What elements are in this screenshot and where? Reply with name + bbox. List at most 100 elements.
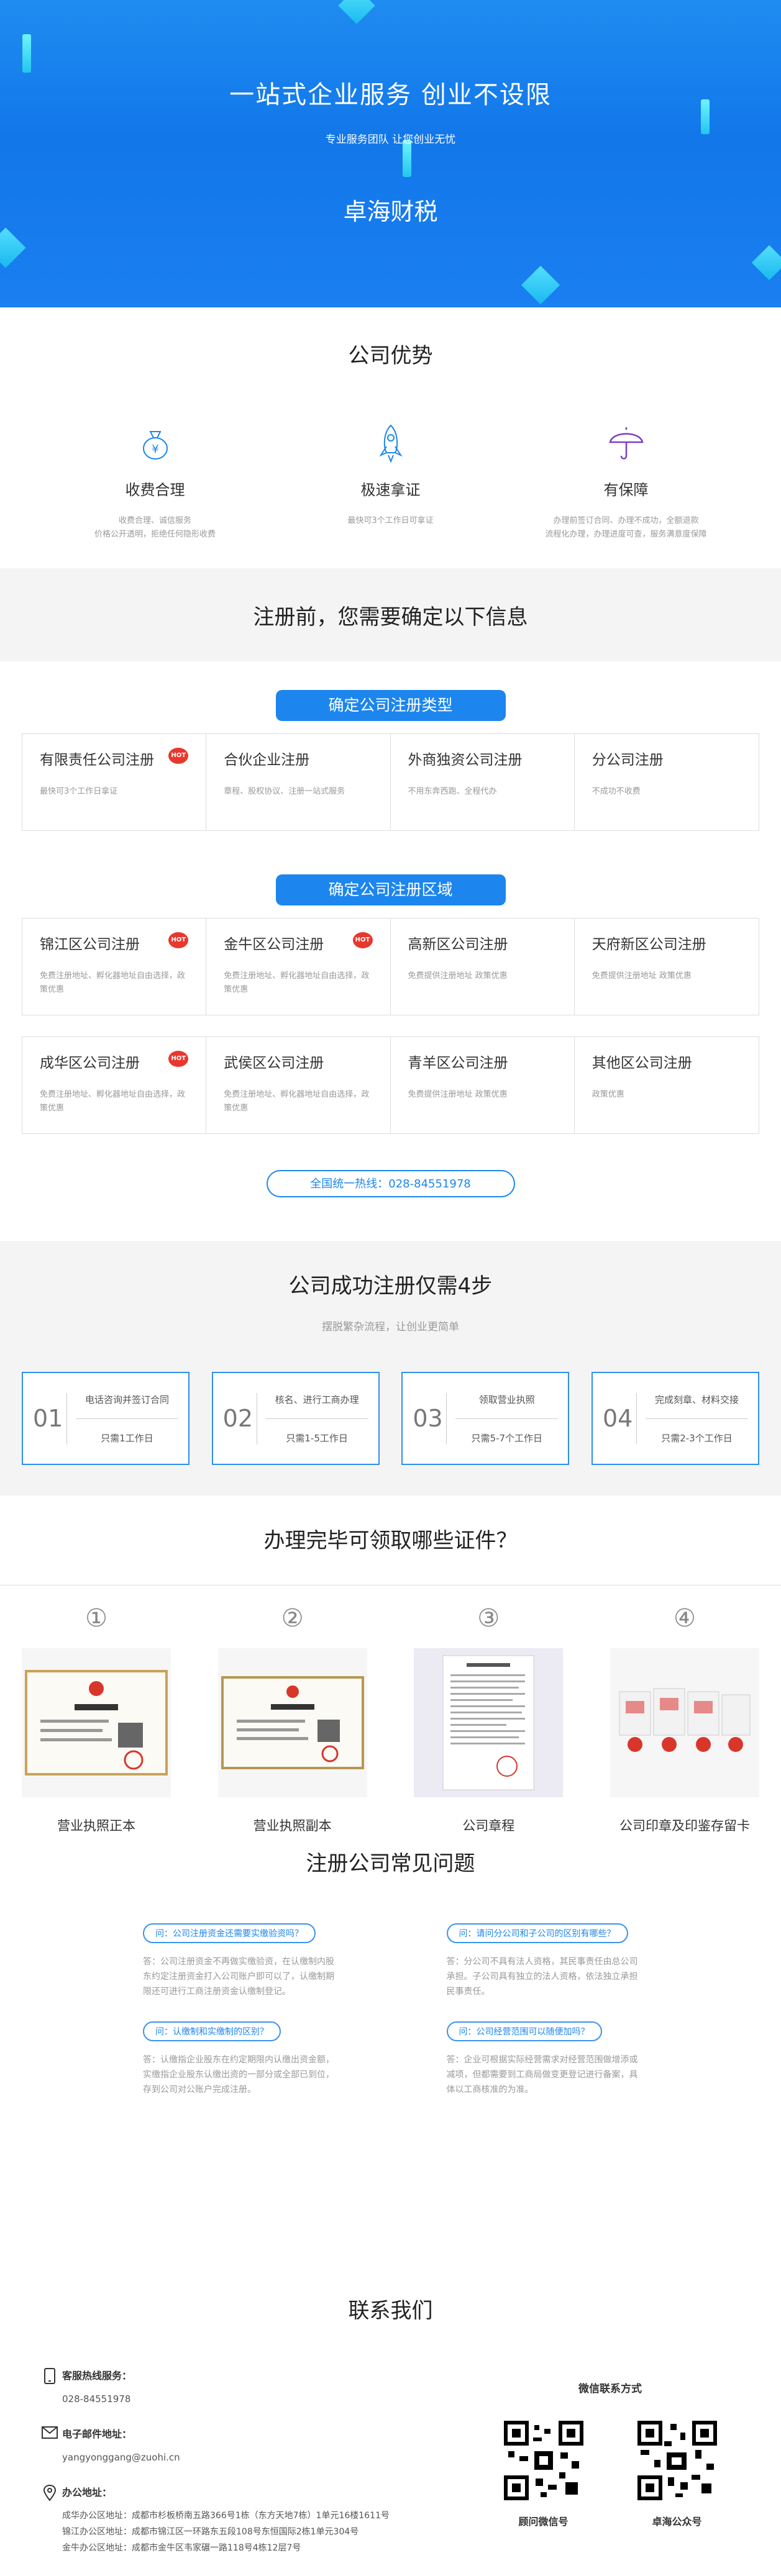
area-card[interactable]: 其他区公司注册 政策优惠 [575, 1037, 759, 1133]
contact-address: 办公地址： 成华办公区地址：成都市杉板桥南五路366号1栋（东方天地7栋）1单元… [37, 2484, 477, 2556]
doc-caption: 公司章程 [462, 1818, 515, 1833]
faq-item: 问：请问分公司和子公司的区别有哪些？ 答：分公司不具有法人资格，其民事责任由总公… [446, 1923, 639, 1999]
rocket-icon [288, 422, 493, 465]
umbrella-icon [524, 422, 729, 465]
steps-subtitle: 摆脱繁杂流程，让创业更简单 [322, 1321, 459, 1333]
contact-email: 电子邮件地址： yangyonggang@zuohi.cn [37, 2426, 477, 2465]
faq-answer: 答：分公司不具有法人资格，其民事责任由总公司承担。子公司具有独立的法人资格，依法… [446, 1957, 638, 1997]
doc-item: ② 营业执照副本 [217, 1604, 367, 1834]
decor-cube [338, 0, 375, 24]
contact-phone: 客服热线服务： 028-84551978 [37, 2367, 477, 2407]
step-card: 04 完成刻章、材料交接只需2-3个工作日 [591, 1372, 759, 1465]
doc-number: ② [281, 1604, 304, 1633]
office-address: 成华办公区地址：成都市杉板桥南五路366号1栋（东方天地7栋）1单元16楼161… [62, 2511, 390, 2521]
step-action: 核名、进行工商办理 [275, 1394, 359, 1405]
hotline-button[interactable]: 全国统一热线：028-84551978 [266, 1170, 515, 1197]
qr-code-advisor: 顾问微信号 [503, 2420, 584, 2528]
steps-title: 公司成功注册仅需4步 [288, 1274, 493, 1299]
contact-section: 联系我们 客服热线服务： 028-84551978 电子邮件地址： yangyong… [0, 2250, 781, 2576]
card-desc: 政策优惠 [591, 1090, 624, 1099]
doc-item: ③ 公司章程 [414, 1604, 564, 1834]
card-desc: 免费注册地址、孵化器地址自由选择，政策优惠 [224, 971, 370, 994]
card-desc: 章程、股权协议、注册一站式服务 [224, 787, 345, 796]
card-desc: 免费提供注册地址 政策优惠 [408, 1090, 508, 1099]
hero-subtitle: 专业服务团队 让您创业无忧 [325, 134, 456, 146]
card-title: 高新区公司注册 [408, 937, 508, 953]
svg-text:¥: ¥ [152, 443, 158, 456]
contact-title: 联系我们 [348, 2298, 433, 2323]
card-title: 锦江区公司注册 [40, 937, 140, 953]
card-title: 天府新区公司注册 [591, 937, 706, 953]
card-desc: 最快可3个工作日拿证 [40, 787, 118, 796]
card-title: 外商独资公司注册 [408, 752, 523, 768]
company-type-card[interactable]: 外商独资公司注册 不用东奔西跑、全程代办 [391, 734, 575, 830]
step-duration: 只需2-3个工作日 [645, 1418, 748, 1444]
qr-caption: 卓海公众号 [652, 2516, 702, 2528]
office-label: 办公地址： [62, 2487, 112, 2498]
company-area-pill: 确定公司注册区域 [275, 874, 506, 905]
confirm-title: 注册前，您需要确定以下信息 [253, 604, 528, 630]
faq-question[interactable]: 问：认缴制和实缴制的区别？ [143, 2021, 281, 2041]
step-number: 02 [222, 1405, 253, 1432]
docs-title: 办理完毕可领取哪些证件？ [263, 1528, 518, 1553]
doc-item: ④ 公司印章及印鉴存留卡 [610, 1604, 759, 1834]
office-address: 金牛办公区地址：成都市金牛区韦家碾一路118号4栋12层7号 [62, 2543, 301, 2553]
step-action: 完成刻章、材料交接 [654, 1394, 739, 1405]
step-card: 02 核名、进行工商办理只需1-5工作日 [211, 1372, 380, 1465]
company-type-card[interactable]: 分公司注册 不成功不收费 [575, 734, 759, 830]
faq-question[interactable]: 问：公司经营范围可以随便加吗？ [446, 2021, 602, 2041]
area-card[interactable]: 青羊区公司注册 免费提供注册地址 政策优惠 [391, 1037, 575, 1133]
faq-item: 问：公司注册资金还需要实缴验资吗？ 答：公司注册资金不再做实缴验资，在认缴制内股… [143, 1923, 335, 1999]
step-duration: 只需1-5工作日 [265, 1418, 368, 1444]
faq-section: 注册公司常见问题 问：公司注册资金还需要实缴验资吗？ 答：公司注册资金不再做实缴… [0, 1803, 781, 2250]
area-card[interactable]: 锦江区公司注册 HOT 免费注册地址、孵化器地址自由选择，政策优惠 [22, 918, 207, 1015]
phone-label: 客服热线服务： [62, 2370, 132, 2382]
money-bag-icon: ¥ [53, 422, 258, 465]
doc-number: ① [85, 1604, 107, 1633]
card-desc: 免费注册地址、孵化器地址自由选择，政策优惠 [224, 1090, 370, 1113]
doc-number: ④ [674, 1604, 696, 1633]
card-desc: 免费注册地址、孵化器地址自由选择，政策优惠 [40, 1090, 186, 1113]
doc-number: ③ [477, 1604, 500, 1633]
decor-bar [22, 34, 31, 73]
faq-question[interactable]: 问：公司注册资金还需要实缴验资吗？ [143, 1923, 316, 1943]
advantage-desc: 价格公开透明，拒绝任何隐形收费 [94, 530, 216, 539]
company-type-pill: 确定公司注册类型 [275, 690, 506, 721]
email-value[interactable]: yangyonggang@zuohi.cn [62, 2449, 180, 2465]
card-desc: 免费注册地址、孵化器地址自由选择，政策优惠 [40, 971, 186, 994]
qr-code-icon [503, 2420, 584, 2501]
qr-code-official: 卓海公众号 [636, 2420, 718, 2528]
doc-caption: 公司印章及印鉴存留卡 [619, 1818, 750, 1833]
card-desc: 不成功不收费 [591, 787, 641, 796]
step-action: 领取营业执照 [478, 1394, 535, 1405]
decor-cube [751, 245, 781, 281]
faq-answer: 答：公司注册资金不再做实缴验资，在认缴制内股东约定注册资金打入公司账户即可以了，… [143, 1957, 334, 1997]
card-title: 青羊区公司注册 [408, 1055, 508, 1071]
advantage-item: ¥ 收费合理 收费合理、诚信服务价格公开透明，拒绝任何隐形收费 [53, 422, 258, 542]
phone-value[interactable]: 028-84551978 [62, 2391, 132, 2407]
company-type-card[interactable]: 合伙企业注册 章程、股权协议、注册一站式服务 [206, 734, 391, 830]
company-type-section: 确定公司注册类型 有限责任公司注册 HOT 最快可3个工作日拿证 合伙企业注册 … [0, 661, 781, 831]
step-duration: 只需1工作日 [76, 1418, 178, 1444]
location-pin-icon [37, 2484, 62, 2509]
step-number: 04 [602, 1405, 633, 1432]
area-card[interactable]: 天府新区公司注册 免费提供注册地址 政策优惠 [575, 918, 759, 1015]
advantage-item: 极速拿证 最快可3个工作日可拿证 [288, 422, 493, 542]
area-card[interactable]: 成华区公司注册 HOT 免费注册地址、孵化器地址自由选择，政策优惠 [22, 1037, 207, 1133]
faq-question[interactable]: 问：请问分公司和子公司的区别有哪些？ [446, 1923, 628, 1943]
step-duration: 只需5-7个工作日 [455, 1418, 559, 1444]
decor-cube [0, 227, 26, 268]
card-desc: 免费提供注册地址 政策优惠 [591, 971, 692, 981]
company-charter-image [414, 1648, 564, 1797]
advantage-title: 收费合理 [125, 481, 185, 499]
faq-answer: 答：企业可根据实际经营需求对经营范围做增添或减项，但都需要到工商局做变更登记进行… [446, 2055, 638, 2095]
card-title: 分公司注册 [591, 752, 664, 768]
company-type-card[interactable]: 有限责任公司注册 HOT 最快可3个工作日拿证 [22, 734, 207, 830]
area-card[interactable]: 武侯区公司注册 免费注册地址、孵化器地址自由选择，政策优惠 [206, 1037, 391, 1133]
company-area-section: 确定公司注册区域 锦江区公司注册 HOT 免费注册地址、孵化器地址自由选择，政策… [0, 831, 781, 1241]
phone-icon [37, 2367, 62, 2392]
area-card[interactable]: 金牛区公司注册 HOT 免费注册地址、孵化器地址自由选择，政策优惠 [206, 918, 391, 1015]
area-card[interactable]: 高新区公司注册 免费提供注册地址 政策优惠 [391, 918, 575, 1015]
step-action: 电话咨询并签订合同 [84, 1394, 169, 1405]
advantage-desc: 收费合理、诚信服务 [118, 516, 191, 525]
